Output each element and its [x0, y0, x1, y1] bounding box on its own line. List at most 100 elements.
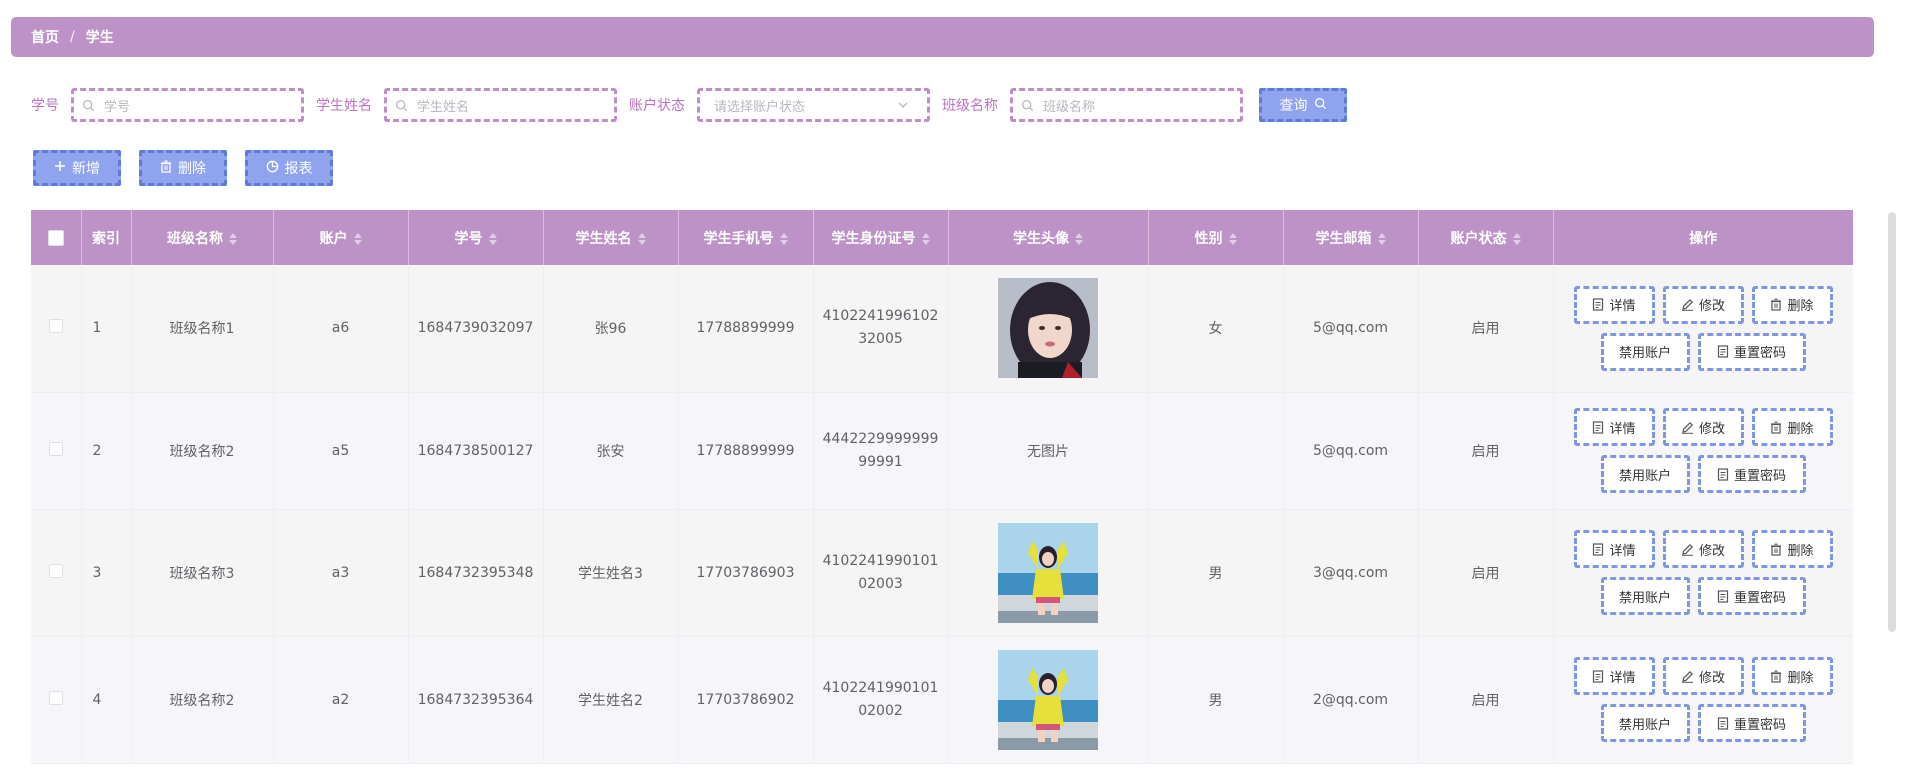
search-icon [1314, 97, 1327, 114]
student-no-placeholder: 学号 [104, 99, 131, 115]
row-actions: 详情 修改 删除 禁用账户 重置密码 [1553, 509, 1853, 637]
sort-icon[interactable] [779, 232, 788, 245]
sort-icon[interactable] [1377, 232, 1386, 245]
toolbar: 新增 删除 报表 [33, 150, 333, 186]
col-account[interactable]: 账户 [273, 210, 409, 265]
row-account: a5 [273, 392, 409, 510]
breadcrumb-home[interactable]: 首页 [31, 27, 59, 47]
row-index: 2 [81, 392, 132, 510]
trash-icon [1770, 421, 1782, 434]
vertical-scrollbar[interactable] [1888, 212, 1896, 632]
row-checkbox[interactable] [48, 319, 63, 334]
row-account: a3 [273, 509, 409, 637]
trash-icon [160, 160, 172, 177]
detail-button[interactable]: 详情 [1573, 657, 1655, 695]
delete-row-label: 删除 [1787, 421, 1814, 437]
reset-password-button[interactable]: 重置密码 [1697, 455, 1806, 493]
delete-button[interactable]: 删除 [139, 150, 227, 186]
reset-password-button[interactable]: 重置密码 [1697, 332, 1806, 371]
delete-row-button[interactable]: 删除 [1751, 657, 1833, 695]
account-status-placeholder: 请选择账户状态 [714, 99, 806, 115]
breadcrumb: 首页 / 学生 [11, 17, 1874, 57]
reset-password-label: 重置密码 [1733, 717, 1786, 733]
document-icon [1717, 589, 1729, 603]
col-student-name[interactable]: 学生姓名 [543, 210, 679, 265]
disable-account-button[interactable]: 禁用账户 [1600, 577, 1690, 615]
report-button[interactable]: 报表 [245, 150, 333, 186]
row-account-status: 启用 [1418, 509, 1554, 637]
edit-button[interactable]: 修改 [1662, 285, 1744, 324]
student-table: 索引 班级名称 账户 学号 学生姓名 学生手机号 学生身份证号 学生头像 性别 … [31, 210, 1853, 769]
document-icon [1592, 542, 1604, 556]
col-account-status[interactable]: 账户状态 [1418, 210, 1554, 265]
sort-icon[interactable] [1512, 232, 1521, 245]
row-class-name: 班级名称3 [131, 509, 274, 637]
row-checkbox[interactable] [48, 441, 63, 456]
no-image-text: 无图片 [1027, 443, 1069, 460]
sort-icon[interactable] [229, 232, 237, 245]
account-status-select[interactable]: 请选择账户状态 [697, 88, 930, 122]
reset-password-button[interactable]: 重置密码 [1697, 704, 1806, 742]
col-id-card[interactable]: 学生身份证号 [813, 210, 949, 265]
row-phone: 17788899999 [678, 392, 814, 510]
row-account-status: 启用 [1418, 265, 1554, 393]
sort-icon[interactable] [637, 232, 646, 245]
delete-row-button[interactable]: 删除 [1751, 285, 1833, 324]
row-email: 2@qq.com [1283, 636, 1419, 764]
row-gender [1148, 392, 1284, 510]
row-avatar [948, 265, 1149, 393]
edit-button[interactable]: 修改 [1662, 530, 1744, 568]
sort-icon[interactable] [921, 232, 930, 245]
delete-row-label: 删除 [1787, 543, 1814, 559]
sort-icon[interactable] [1075, 232, 1083, 245]
row-checkbox[interactable] [48, 563, 63, 578]
student-name-input[interactable]: 学生姓名 [384, 88, 617, 122]
avatar-image [998, 649, 1098, 750]
disable-account-button[interactable]: 禁用账户 [1600, 455, 1690, 493]
row-student-name: 张安 [543, 392, 679, 510]
row-select-cell [31, 509, 82, 637]
disable-account-button[interactable]: 禁用账户 [1600, 332, 1690, 371]
delete-row-button[interactable]: 删除 [1751, 530, 1833, 568]
delete-row-button[interactable]: 删除 [1751, 408, 1833, 446]
sort-icon[interactable] [353, 232, 362, 245]
col-avatar[interactable]: 学生头像 [948, 210, 1149, 265]
table-row: 1 班级名称1 a6 1684739032097 张96 17788899999… [31, 265, 1853, 393]
edit-button[interactable]: 修改 [1662, 408, 1744, 446]
disable-account-label: 禁用账户 [1618, 346, 1671, 362]
select-all-checkbox[interactable] [47, 229, 64, 246]
disable-account-button[interactable]: 禁用账户 [1600, 704, 1690, 742]
disable-account-label: 禁用账户 [1618, 468, 1671, 484]
query-button[interactable]: 查询 [1259, 88, 1347, 122]
class-name-input[interactable]: 班级名称 [1010, 88, 1243, 122]
sort-icon[interactable] [1228, 232, 1237, 245]
detail-button[interactable]: 详情 [1573, 530, 1655, 568]
plus-icon [54, 160, 66, 176]
edit-button[interactable]: 修改 [1662, 657, 1744, 695]
detail-button[interactable]: 详情 [1573, 285, 1655, 324]
col-email[interactable]: 学生邮箱 [1283, 210, 1419, 265]
row-checkbox[interactable] [48, 690, 63, 705]
row-gender: 男 [1148, 636, 1284, 764]
row-student-name: 张96 [543, 265, 679, 393]
avatar-image [998, 522, 1098, 623]
student-no-input[interactable]: 学号 [71, 88, 304, 122]
col-gender[interactable]: 性别 [1148, 210, 1284, 265]
row-avatar [948, 636, 1149, 764]
chevron-down-icon [897, 99, 913, 111]
add-button[interactable]: 新增 [33, 150, 121, 186]
sort-icon[interactable] [488, 232, 497, 245]
row-student-no: 1684739032097 [408, 265, 544, 393]
reset-password-button[interactable]: 重置密码 [1697, 577, 1806, 615]
col-class-name[interactable]: 班级名称 [131, 210, 274, 265]
reset-password-label: 重置密码 [1733, 468, 1786, 484]
row-student-no: 1684732395364 [408, 636, 544, 764]
breadcrumb-current: 学生 [85, 30, 114, 46]
col-phone[interactable]: 学生手机号 [678, 210, 814, 265]
row-actions: 详情 修改 删除 禁用账户 重置密码 [1553, 636, 1853, 764]
row-account-status: 启用 [1418, 392, 1554, 510]
row-email: 3@qq.com [1283, 509, 1419, 637]
detail-button[interactable]: 详情 [1573, 408, 1655, 446]
col-student-no[interactable]: 学号 [408, 210, 544, 265]
row-index: 3 [81, 509, 132, 637]
